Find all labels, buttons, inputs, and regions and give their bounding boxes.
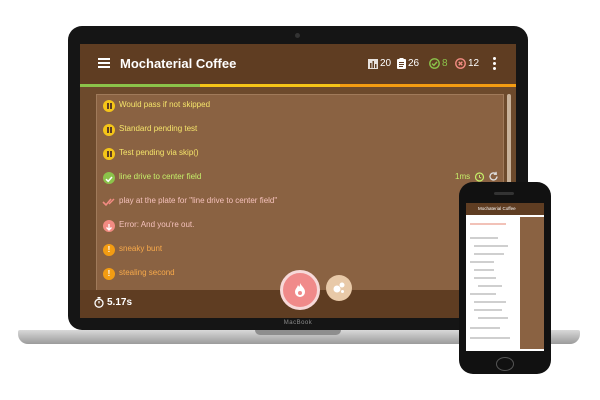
- test-label: sneaky bunt: [119, 244, 163, 253]
- pause-icon: [103, 124, 115, 136]
- stat-passed-count: 8: [442, 58, 448, 69]
- test-row[interactable]: line drive to center field 1ms: [97, 167, 503, 191]
- stat-failed[interactable]: 12: [455, 58, 479, 69]
- stat-tests-count: 26: [408, 58, 420, 69]
- pause-icon: [103, 100, 115, 112]
- test-row[interactable]: ! sneaky bunt: [97, 239, 503, 263]
- stopwatch-icon: [94, 297, 104, 308]
- bubbles-icon: [333, 282, 345, 293]
- clipboard-icon: [397, 58, 406, 69]
- flame-icon: [295, 283, 305, 297]
- laptop-screen: Mochaterial Coffee 20 26 8 12 Would pass…: [80, 44, 516, 318]
- phone-speaker: [494, 192, 514, 195]
- check-icon: [103, 172, 115, 184]
- test-error-message: Error: And you're out.: [119, 220, 195, 229]
- test-duration: 1ms: [455, 172, 471, 181]
- test-label: stealing second: [119, 268, 175, 277]
- progress-pending: [200, 84, 340, 87]
- error-icon: [103, 220, 115, 232]
- test-row[interactable]: Error: And you're out.: [97, 215, 503, 239]
- test-label: play at the plate for "line drive to cen…: [119, 196, 278, 205]
- progress-failed: [340, 84, 516, 87]
- warning-icon: !: [103, 244, 115, 256]
- stat-total[interactable]: 20: [368, 58, 391, 69]
- test-row[interactable]: Test pending via skip(): [97, 143, 503, 167]
- progress-passed: [80, 84, 200, 87]
- test-row[interactable]: Would pass if not skipped: [97, 95, 503, 119]
- stat-passed[interactable]: 8: [429, 58, 448, 69]
- warning-icon: !: [103, 268, 115, 280]
- bubbles-fab-button[interactable]: [326, 275, 352, 301]
- phone-test-panel: [520, 217, 544, 349]
- test-label: Test pending via skip(): [119, 148, 199, 157]
- test-label: line drive to center field: [119, 172, 202, 181]
- app-bar: Mochaterial Coffee 20 26 8 12: [80, 44, 516, 84]
- test-row[interactable]: Standard pending test: [97, 119, 503, 143]
- cancel-circle-icon: [455, 58, 466, 69]
- stat-total-count: 20: [380, 58, 392, 69]
- phone-home-button[interactable]: [496, 357, 514, 371]
- test-list: Would pass if not skipped Standard pendi…: [96, 94, 504, 292]
- menu-icon[interactable]: [98, 58, 110, 68]
- test-label: Standard pending test: [119, 124, 198, 133]
- run-timer: 5.17s: [94, 297, 132, 308]
- laptop-camera: [295, 33, 300, 38]
- pause-icon: [103, 148, 115, 160]
- more-vert-icon[interactable]: [493, 57, 496, 71]
- run-duration: 5.17s: [107, 297, 133, 308]
- phone-app-title: Mochaterial Coffee: [478, 206, 516, 211]
- check-circle-icon: [429, 58, 440, 69]
- retry-icon: [102, 198, 115, 207]
- filter-fab-button[interactable]: [280, 270, 320, 310]
- stat-tests[interactable]: 26: [397, 58, 419, 69]
- laptop-brand: MacBook: [283, 320, 313, 326]
- laptop-notch: [255, 330, 341, 335]
- refresh-icon[interactable]: [488, 171, 499, 182]
- test-label: Would pass if not skipped: [119, 100, 211, 109]
- bar-chart-icon: [368, 58, 378, 69]
- app-title: Mochaterial Coffee: [120, 56, 237, 71]
- alarm-icon[interactable]: [474, 171, 485, 182]
- stat-failed-count: 12: [468, 58, 480, 69]
- test-row[interactable]: play at the plate for "line drive to cen…: [97, 191, 503, 215]
